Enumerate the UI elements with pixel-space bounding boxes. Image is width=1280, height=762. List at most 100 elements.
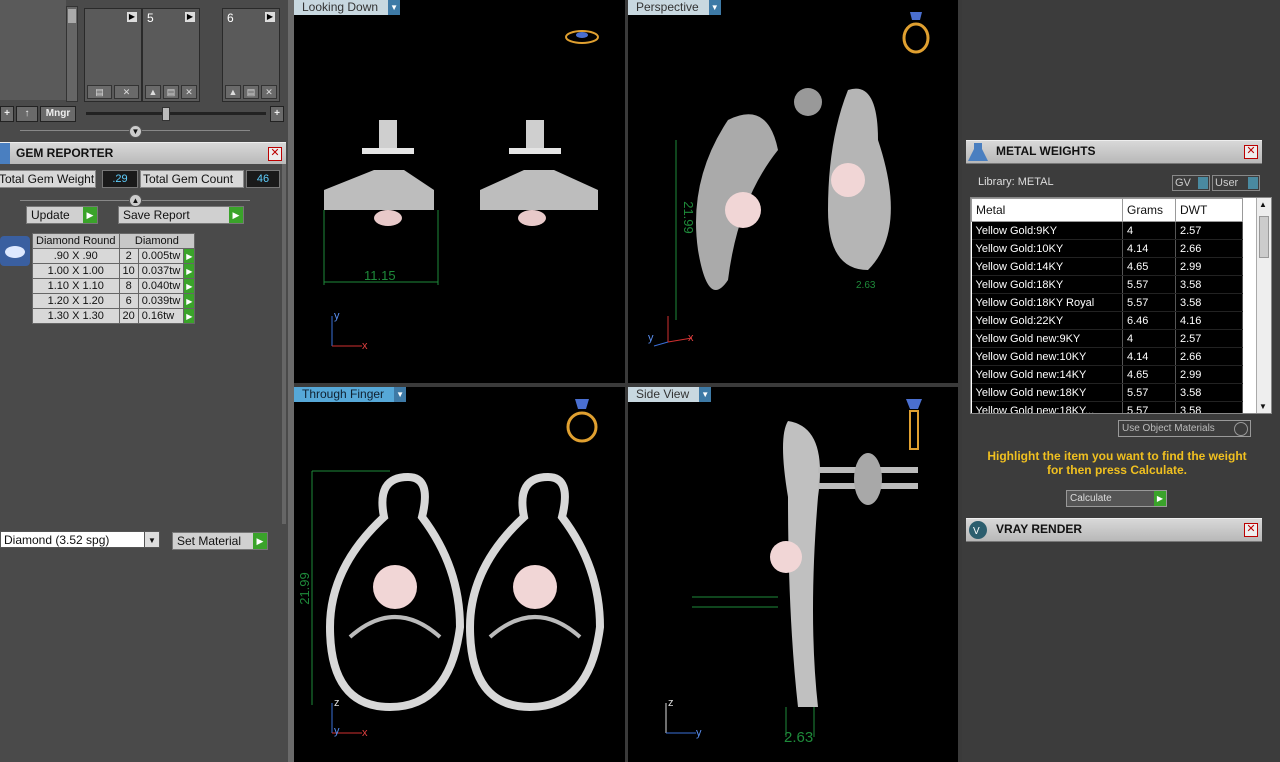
update-label: Update (31, 208, 70, 222)
metal-name: Yellow Gold:9KY (971, 221, 1123, 240)
use-object-materials-toggle[interactable]: Use Object Materials (1118, 420, 1251, 437)
table-scrollbar[interactable]: ▲ ▼ (1256, 198, 1271, 413)
dimension-label: 21.99 (296, 572, 312, 605)
slot-arrow-icon[interactable]: ▶ (127, 12, 137, 22)
table-row[interactable]: Yellow Gold:9KY 4 2.57 (971, 221, 1243, 240)
close-icon[interactable]: ✕ (268, 147, 282, 161)
viewport-perspective[interactable]: Perspective ▼ 21.99 2.63 y x (628, 0, 958, 383)
size-slider[interactable] (86, 107, 266, 121)
viewport-looking-down[interactable]: Looking Down ▼ 11.15 y x (294, 0, 625, 383)
viewport-tab[interactable]: Through Finger ▼ (294, 387, 407, 402)
table-row[interactable]: 1.00 X 1.00 10 0.037tw ▶ (32, 263, 196, 279)
chevron-down-icon[interactable]: ▼ (708, 0, 721, 15)
table-header[interactable]: Grams (1122, 198, 1176, 222)
dimension-label: 11.15 (364, 268, 396, 283)
save-icon[interactable]: ▤ (163, 85, 179, 99)
plus-icon[interactable]: + (270, 106, 284, 122)
close-icon[interactable]: ✕ (1244, 145, 1258, 159)
material-select-value: Diamond (3.52 spg) (4, 533, 110, 547)
table-row[interactable]: 1.20 X 1.20 6 0.039tw ▶ (32, 293, 196, 309)
save-icon[interactable]: ▤ (243, 85, 259, 99)
gv-label: GV (1175, 177, 1191, 189)
axis-label: y (334, 725, 340, 737)
table-row[interactable]: Yellow Gold:14KY 4.65 2.99 (971, 257, 1243, 276)
chevron-down-icon[interactable]: ▼ (144, 532, 159, 547)
viewport-tab[interactable]: Side View ▼ (628, 387, 712, 402)
collapse-icon[interactable]: ▲ (129, 194, 142, 207)
save-icon[interactable]: ▤ (87, 85, 112, 99)
table-row[interactable]: Yellow Gold new:18KY 5.57 3.58 (971, 383, 1243, 402)
library-preview-area (0, 0, 66, 100)
table-row[interactable]: Yellow Gold new:18KY... 5.57 3.58 (971, 401, 1243, 413)
metal-weights-table: Metal Grams DWT Yellow Gold:9KY 4 2.57 Yel… (971, 198, 1243, 413)
close-icon[interactable]: ✕ (261, 85, 277, 99)
add-icon[interactable]: + (0, 106, 14, 122)
scroll-up-icon[interactable]: ▲ (1259, 200, 1267, 209)
axis-label: x (362, 727, 368, 739)
metal-dwt: 2.57 (1175, 221, 1243, 240)
earring-side-view (692, 421, 918, 737)
calculate-button[interactable]: Calculate ▶ (1066, 490, 1167, 507)
close-icon[interactable]: ✕ (181, 85, 197, 99)
library-slot[interactable]: ▶ ▤ ✕ (84, 8, 142, 102)
table-row[interactable]: Yellow Gold:18KY Royal 5.57 3.58 (971, 293, 1243, 312)
up-icon[interactable]: ▲ (225, 85, 241, 99)
slot-arrow-icon[interactable]: ▶ (265, 12, 275, 22)
viewport-through-finger[interactable]: Through Finger ▼ 21.99 z y x (294, 387, 625, 762)
axis-label: x (688, 332, 694, 344)
table-row[interactable]: Yellow Gold new:14KY 4.65 2.99 (971, 365, 1243, 384)
viewport-side-view[interactable]: Side View ▼ 2.63 z y (628, 387, 958, 762)
flask-icon (968, 143, 988, 161)
metal-grams: 4 (1122, 221, 1176, 240)
table-row[interactable]: Yellow Gold:22KY 6.46 4.16 (971, 311, 1243, 330)
chevron-down-icon[interactable]: ▼ (699, 387, 712, 402)
panel-title: METAL WEIGHTS (996, 144, 1096, 158)
slot-arrow-icon[interactable]: ▶ (185, 12, 195, 22)
viewport-tab[interactable]: Perspective ▼ (628, 0, 721, 15)
go-icon[interactable]: ▶ (183, 263, 196, 279)
material-select[interactable]: Diamond (3.52 spg) ▼ (0, 531, 160, 548)
up-icon[interactable]: ▲ (145, 85, 161, 99)
table-header[interactable]: DWT (1175, 198, 1243, 222)
viewport-label: Looking Down (302, 0, 379, 14)
table-row[interactable]: .90 X .90 2 0.005tw ▶ (32, 248, 196, 264)
table-header[interactable]: Metal (971, 198, 1123, 222)
up-arrow-button[interactable]: ↑ (16, 106, 38, 122)
close-icon[interactable]: ✕ (1244, 523, 1258, 537)
go-icon[interactable]: ▶ (183, 308, 196, 324)
metal-name: Yellow Gold:18KY (971, 275, 1123, 294)
viewport-tab[interactable]: Looking Down ▼ (294, 0, 401, 15)
metal-dwt: 3.58 (1175, 401, 1243, 413)
scroll-thumb[interactable] (1259, 216, 1269, 258)
user-toggle[interactable]: User (1212, 175, 1260, 191)
table-row[interactable]: 1.10 X 1.10 8 0.040tw ▶ (32, 278, 196, 294)
library-slot-5[interactable]: 5 ▶ ▲ ▤ ✕ (142, 8, 200, 102)
table-row[interactable]: Yellow Gold new:9KY 4 2.57 (971, 329, 1243, 348)
gv-toggle[interactable]: GV (1172, 175, 1210, 191)
collapse-icon[interactable]: ▼ (129, 125, 142, 138)
set-material-button[interactable]: Set Material ▶ (172, 532, 268, 550)
chevron-down-icon[interactable]: ▼ (388, 0, 401, 15)
manager-button[interactable]: Mngr (40, 106, 76, 122)
table-row[interactable]: Yellow Gold new:10KY 4.14 2.66 (971, 347, 1243, 366)
go-icon[interactable]: ▶ (183, 248, 196, 264)
table-row[interactable]: Yellow Gold:10KY 4.14 2.66 (971, 239, 1243, 258)
table-row[interactable]: Yellow Gold:18KY 5.57 3.58 (971, 275, 1243, 294)
metal-grams: 5.57 (1122, 401, 1176, 413)
scroll-down-icon[interactable]: ▼ (1259, 402, 1267, 411)
save-report-button[interactable]: Save Report ▶ (118, 206, 244, 224)
library-slot-6[interactable]: 6 ▶ ▲ ▤ ✕ (222, 8, 280, 102)
metal-name: Yellow Gold:10KY (971, 239, 1123, 258)
metal-grams: 4.65 (1122, 365, 1176, 384)
gem-count: 10 (118, 263, 139, 279)
table-row[interactable]: 1.30 X 1.30 20 0.16tw ▶ (32, 308, 196, 324)
calculate-hint: Highlight the item you want to find the … (987, 449, 1247, 477)
library-scrollbar[interactable] (66, 6, 78, 102)
update-button[interactable]: Update ▶ (26, 206, 98, 224)
go-icon[interactable]: ▶ (183, 293, 196, 309)
close-icon[interactable]: ✕ (114, 85, 139, 99)
diamond-shape-icon (0, 236, 30, 266)
go-icon[interactable]: ▶ (183, 278, 196, 294)
chevron-down-icon[interactable]: ▼ (394, 387, 407, 402)
gem-weight: 0.037tw (137, 263, 185, 279)
